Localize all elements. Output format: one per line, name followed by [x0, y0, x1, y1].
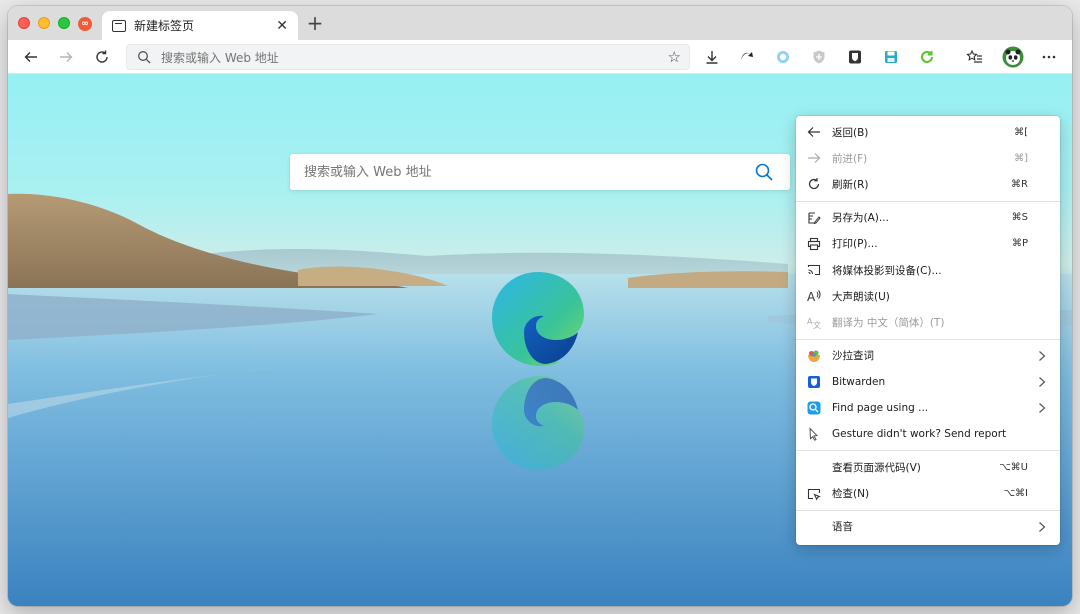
menu-separator [796, 200, 1060, 202]
menu-item-bitwarden[interactable]: Bitwarden [796, 369, 1060, 395]
menu-item-gesture-report[interactable]: Gesture didn't work? Send report [796, 421, 1060, 447]
back-arrow-icon [806, 124, 822, 140]
downloads-button[interactable] [703, 48, 721, 66]
search-icon [138, 51, 151, 64]
shield-icon [813, 50, 825, 64]
browser-window: ∞ 新建标签页 ✕ + ☆ [8, 6, 1072, 606]
extension-gesture[interactable] [738, 48, 756, 66]
menu-separator [796, 338, 1060, 340]
download-icon [706, 51, 718, 64]
submenu-chevron-icon [1038, 350, 1046, 365]
forward-button[interactable] [55, 46, 77, 68]
refresh-icon [96, 50, 108, 63]
submenu-chevron-icon [1038, 521, 1046, 536]
submenu-chevron-icon [1038, 402, 1046, 417]
submenu-chevron-icon [1038, 376, 1046, 391]
printer-icon [806, 236, 822, 252]
menu-item-view-source[interactable]: 查看页面源代码(V) ⌥⌘U [796, 454, 1060, 480]
gesture-icon [806, 426, 822, 442]
menu-item-save-as[interactable]: 另存为(A)... ⌘S [796, 205, 1060, 231]
favorites-list-icon [965, 49, 982, 63]
menu-separator [796, 509, 1060, 511]
read-aloud-icon: A [806, 288, 822, 304]
settings-more-button[interactable] [1040, 48, 1058, 66]
favorites-button[interactable] [965, 48, 983, 66]
zoom-window-button[interactable] [58, 17, 70, 29]
forward-arrow-icon [806, 150, 822, 166]
translate-icon: A文 [806, 314, 822, 330]
menu-item-forward[interactable]: 前进(F) ⌘] [796, 145, 1060, 171]
menu-item-print[interactable]: 打印(P)... ⌘P [796, 231, 1060, 257]
find-page-icon [806, 400, 822, 416]
svg-text:A: A [807, 290, 816, 303]
tab-close-icon[interactable]: ✕ [276, 18, 288, 34]
new-tab-button[interactable]: + [305, 13, 325, 34]
search-icon[interactable] [754, 162, 774, 182]
inspect-icon [806, 486, 822, 502]
back-button[interactable] [20, 46, 42, 68]
panda-avatar-icon [1002, 46, 1024, 68]
bitwarden-icon [806, 374, 822, 390]
extension-bitwarden[interactable] [846, 48, 864, 66]
circle-ext-icon [777, 51, 789, 63]
toolbar: ☆ [8, 40, 1072, 74]
minimize-window-button[interactable] [38, 17, 50, 29]
address-input[interactable] [161, 49, 641, 67]
more-dots-icon [1042, 55, 1056, 59]
floppy-icon [885, 51, 897, 63]
cast-icon [806, 262, 822, 278]
extension-shield[interactable] [810, 48, 828, 66]
profile-avatar[interactable] [1002, 46, 1024, 68]
menu-item-translate[interactable]: A文 翻译为 中文（简体）(T) [796, 309, 1060, 335]
extension-green-refresh[interactable] [918, 48, 936, 66]
saladict-icon [806, 348, 822, 364]
close-window-button[interactable] [18, 17, 30, 29]
menu-item-find-page[interactable]: Find page using ... [796, 395, 1060, 421]
tab-title: 新建标签页 [134, 19, 195, 33]
page-search-input[interactable] [304, 163, 724, 181]
menu-item-read-aloud[interactable]: A 大声朗读(U) [796, 283, 1060, 309]
green-cycle-icon [921, 50, 933, 63]
window-controls [18, 17, 70, 29]
back-arrow-icon [24, 52, 37, 62]
refresh-icon [806, 176, 822, 192]
menu-item-speech[interactable]: 语音 [796, 514, 1060, 540]
tab-new-tab[interactable]: 新建标签页 ✕ [102, 11, 298, 40]
favorite-star-icon[interactable]: ☆ [668, 48, 681, 66]
extension-circle[interactable] [774, 48, 792, 66]
forward-arrow-icon [60, 52, 73, 62]
edge-logo-icon [492, 272, 584, 367]
menu-item-cast[interactable]: 将媒体投影到设备(C)... [796, 257, 1060, 283]
address-bar[interactable]: ☆ [126, 44, 690, 70]
edge-logo-reflection-icon [492, 375, 584, 470]
gesture-ext-icon [741, 52, 753, 60]
tab-actions-icon[interactable]: ∞ [78, 17, 92, 31]
menu-item-refresh[interactable]: 刷新(R) ⌘R [796, 171, 1060, 197]
tab-strip: ∞ 新建标签页 ✕ + [8, 6, 1072, 40]
menu-item-saladict[interactable]: 沙拉查词 [796, 343, 1060, 369]
bitwarden-icon [849, 50, 861, 64]
extension-save[interactable] [882, 48, 900, 66]
refresh-button[interactable] [91, 46, 113, 68]
save-as-icon [806, 210, 822, 226]
menu-item-inspect[interactable]: 检查(N) ⌥⌘I [796, 480, 1060, 506]
menu-item-back[interactable]: 返回(B) ⌘[ [796, 119, 1060, 145]
new-tab-page-icon [112, 19, 126, 32]
svg-text:文: 文 [813, 320, 821, 329]
menu-separator [796, 450, 1060, 452]
context-menu: 返回(B) ⌘[ 前进(F) ⌘] 刷新(R) ⌘R 另存为(A)... ⌘S … [796, 116, 1060, 545]
page-search-box[interactable] [290, 154, 790, 190]
